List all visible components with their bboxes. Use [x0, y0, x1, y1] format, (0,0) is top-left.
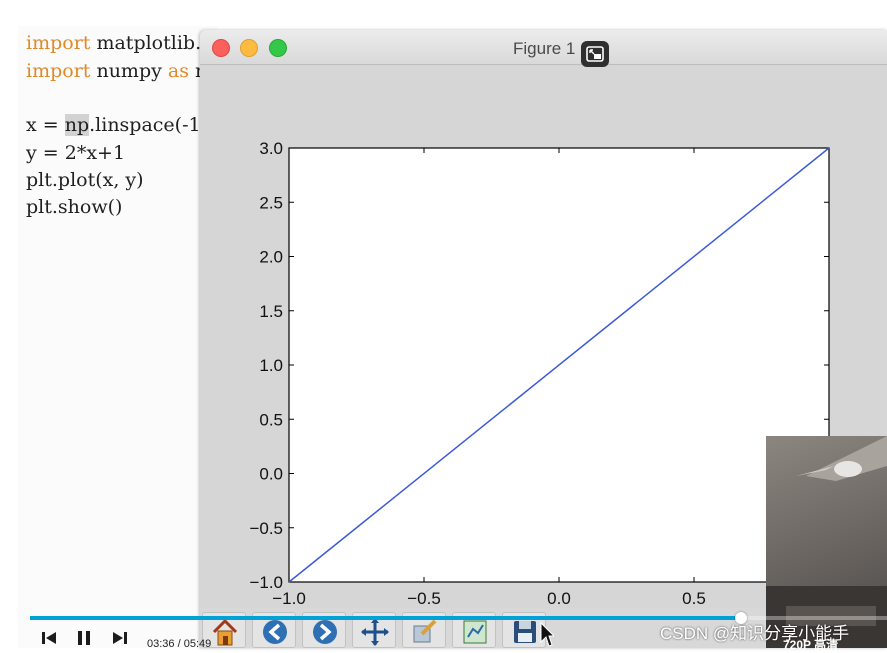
pause-icon[interactable] — [77, 630, 91, 646]
time-separator: / — [177, 638, 181, 650]
code-text: x = — [26, 114, 65, 136]
quality-selector[interactable]: 720P 高清 — [783, 636, 838, 653]
x-tick-label: −0.5 — [407, 589, 441, 608]
code-keyword: as — [167, 60, 189, 82]
code-keyword: import — [26, 32, 91, 54]
code-line: import numpy as n — [26, 60, 207, 82]
code-line: x = np.linspace(-1, — [26, 114, 213, 136]
x-tick-label: −1.0 — [272, 589, 306, 608]
y-tick-label: 0.0 — [259, 465, 283, 484]
x-tick-label: 0.0 — [547, 589, 571, 608]
playback-time: 03:36 / 05:49 — [147, 638, 211, 650]
video-progress-fill — [30, 616, 742, 620]
code-line: plt.show() — [26, 196, 123, 218]
y-tick-label: 3.0 — [259, 139, 283, 158]
code-selection: np — [64, 114, 90, 136]
time-total: 05:49 — [183, 638, 212, 650]
code-line: import matplotlib.p — [26, 32, 213, 54]
x-tick-label: 0.5 — [682, 589, 706, 608]
y-tick-label: 2.0 — [259, 248, 283, 267]
code-keyword: import — [26, 60, 91, 82]
code-text: numpy — [90, 60, 168, 82]
window-title: Figure 1 — [513, 39, 576, 58]
time-current: 03:36 — [147, 638, 175, 650]
window-titlebar[interactable]: Figure 1 — [200, 30, 887, 67]
y-tick-label: 0.5 — [259, 410, 283, 429]
code-line: plt.plot(x, y) — [26, 169, 144, 191]
y-tick-label: 2.5 — [259, 193, 283, 212]
y-tick-label: 1.5 — [259, 302, 283, 321]
y-tick-label: 1.0 — [259, 356, 283, 375]
zoom-window-button[interactable] — [269, 39, 287, 57]
next-icon[interactable] — [113, 630, 127, 646]
previous-icon[interactable] — [42, 630, 56, 646]
code-text: matplotlib.p — [90, 32, 214, 54]
mouse-cursor-icon — [540, 622, 554, 647]
close-window-button[interactable] — [212, 39, 230, 57]
minimize-window-button[interactable] — [240, 39, 258, 57]
code-line: y = 2*x+1 — [26, 142, 126, 164]
code-text: .linspace(-1, — [89, 114, 213, 136]
y-tick-label: −0.5 — [249, 519, 283, 538]
code-editor[interactable]: import matplotlib.p import numpy as n x … — [18, 26, 218, 648]
